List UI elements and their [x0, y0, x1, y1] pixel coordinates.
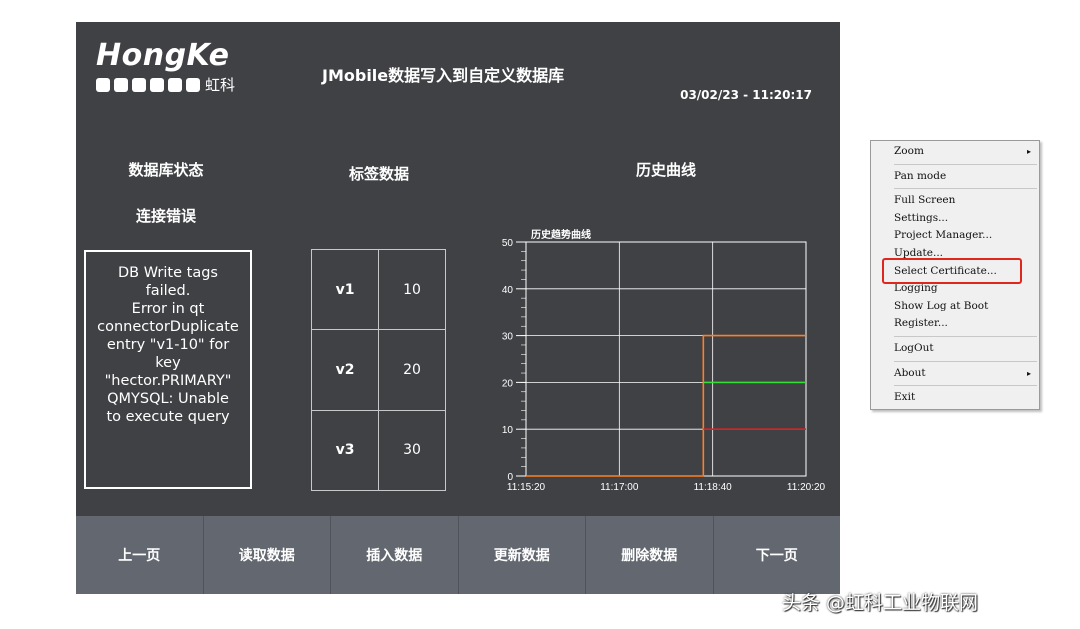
tag-value[interactable]: 20 — [378, 329, 446, 411]
x-tick-label: 11:18:40 — [694, 482, 733, 493]
error-message-box: DB Write tags failed. Error in qt connector… — [84, 250, 252, 489]
menu-item-label: Exit — [894, 391, 916, 404]
menu-item-label: Show Log at Boot — [894, 299, 989, 312]
prev-page-button[interactable]: 上一页 — [76, 516, 204, 594]
menu-item-logout[interactable]: LogOut — [871, 340, 1039, 358]
error-line: entry "v1-10" for — [106, 337, 230, 353]
table-row: v2 20 — [311, 329, 446, 411]
error-line: connectorDuplicate — [97, 319, 239, 335]
watermark: 头条 @虹科工业物联网 — [782, 592, 979, 614]
history-heading: 历史曲线 — [635, 161, 696, 179]
submenu-arrow-icon: ▸ — [1026, 368, 1031, 378]
error-line: "hector.PRIMARY" — [104, 373, 232, 389]
tag-value[interactable]: 10 — [378, 248, 446, 331]
logo-word: HongKe — [96, 38, 230, 73]
menu-item-label: About — [894, 366, 926, 379]
next-page-button[interactable]: 下一页 — [714, 516, 841, 594]
error-line: key — [155, 355, 181, 371]
plot-area — [525, 241, 807, 477]
highlight-box — [882, 258, 1022, 284]
read-data-button[interactable]: 读取数据 — [204, 516, 331, 594]
menu-item-label: LogOut — [894, 341, 934, 354]
hongke-logo: HongKe 虹科 — [96, 40, 235, 95]
menu-item-full-screen[interactable]: Full Screen — [871, 192, 1039, 210]
error-line: DB Write tags — [118, 265, 218, 281]
error-message: DB Write tags failed. Error in qt connector… — [86, 264, 250, 426]
tag-table: v1 10 v2 20 v3 30 — [311, 248, 446, 492]
menu-separator — [894, 360, 1037, 362]
x-tick-label: 11:17:00 — [600, 482, 639, 493]
menu-item-zoom[interactable]: Zoom ▸ — [871, 143, 1039, 161]
tag-name: v3 — [311, 409, 379, 492]
menu-item-about[interactable]: About ▸ — [871, 365, 1039, 383]
menu-item-show-log-at-boot[interactable]: Show Log at Boot — [871, 298, 1039, 316]
menu-item-label: Full Screen — [894, 194, 956, 207]
x-tick-label: 11:20:20 — [787, 482, 826, 493]
menu-item-settings[interactable]: Settings... — [871, 210, 1039, 228]
table-row: v1 10 — [311, 248, 446, 331]
menu-item-register[interactable]: Register... — [871, 315, 1039, 333]
menu-item-label: Settings... — [894, 211, 949, 224]
page-title: JMobile数据写入到自定义数据库 — [322, 66, 565, 85]
datetime: 03/02/23 - 11:20:17 — [680, 88, 812, 102]
y-tick-label: 10 — [502, 425, 514, 436]
tag-data-heading: 标签数据 — [348, 165, 409, 183]
menu-separator — [894, 188, 1037, 190]
error-line: failed. — [145, 283, 191, 299]
db-status-heading: 数据库状态 — [128, 161, 204, 179]
table-row: v3 30 — [311, 409, 446, 492]
tag-name: v2 — [311, 329, 379, 411]
menu-item-project-manager[interactable]: Project Manager... — [871, 227, 1039, 245]
menu-item-label: Zoom — [894, 145, 924, 157]
button-bar: 上一页 读取数据 插入数据 更新数据 删除数据 下一页 — [76, 516, 840, 594]
menu-item-exit[interactable]: Exit — [871, 389, 1039, 407]
chart-title: 历史趋势曲线 — [531, 228, 591, 241]
menu-separator — [894, 163, 1037, 165]
x-tick-label: 11:15:20 — [507, 482, 546, 493]
error-line: to execute query — [106, 409, 230, 425]
menu-item-label: Project Manager... — [894, 229, 993, 242]
screen: HongKe 虹科 JMobile数据写入到自定义数据库 03/02/23 - … — [0, 0, 1080, 629]
menu-separator — [894, 385, 1037, 387]
y-tick-label: 30 — [502, 332, 514, 343]
insert-data-button[interactable]: 插入数据 — [331, 516, 459, 594]
y-tick-label: 50 — [502, 238, 514, 249]
error-line: Error in qt — [131, 301, 205, 317]
tag-value[interactable]: 30 — [378, 409, 446, 492]
menu-item-label: Register... — [894, 317, 948, 330]
y-tick-label: 40 — [502, 285, 514, 296]
error-line: QMYSQL: Unable — [107, 391, 229, 407]
db-status-text: 连接错误 — [135, 207, 196, 225]
y-tick-label: 20 — [502, 378, 514, 389]
update-data-button[interactable]: 更新数据 — [459, 516, 586, 594]
menu-item-label: Pan mode — [894, 169, 947, 182]
history-trend-chart: 0102030405011:15:20 11:17:00 11:18:40 11:20… — [502, 228, 826, 493]
tag-name: v1 — [311, 248, 379, 331]
delete-data-button[interactable]: 删除数据 — [586, 516, 714, 594]
submenu-arrow-icon: ▸ — [1026, 147, 1031, 156]
menu-item-pan-mode[interactable]: Pan mode — [871, 168, 1039, 186]
logo-cn: 虹科 — [205, 76, 236, 94]
hmi-panel: HongKe 虹科 JMobile数据写入到自定义数据库 03/02/23 - … — [76, 22, 840, 594]
menu-separator — [894, 335, 1037, 337]
